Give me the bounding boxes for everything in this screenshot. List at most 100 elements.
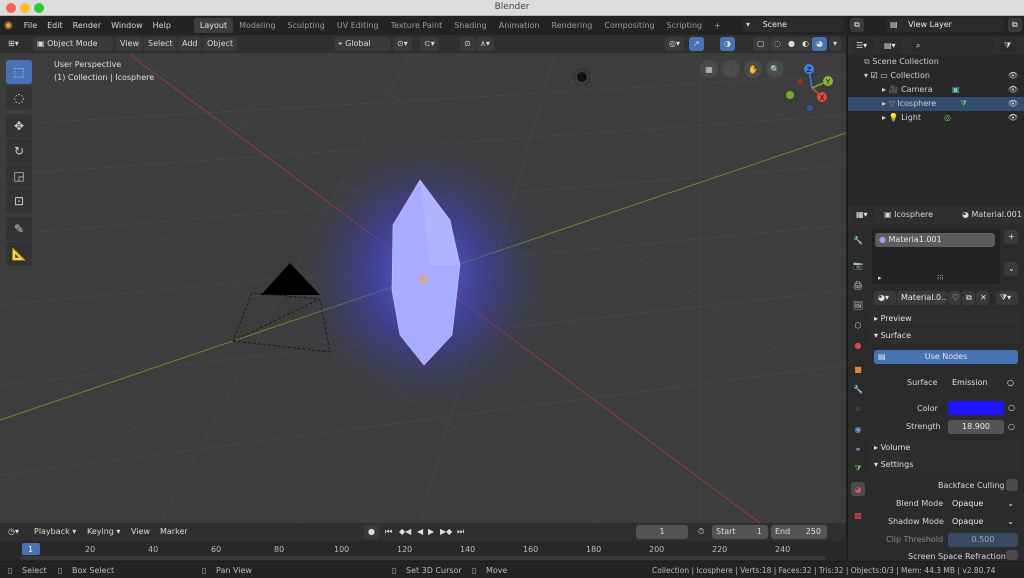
overlay-toggle-icon[interactable]: ◑ — [720, 37, 735, 51]
strength-field[interactable]: 18.900 — [948, 420, 1004, 434]
slot-list-resize-icon[interactable]: ⁝⁝⁝ — [937, 274, 944, 282]
cursor-tool[interactable]: ◌ — [6, 86, 32, 110]
gizmo-neg-z-icon[interactable] — [807, 105, 813, 111]
orientation-selector[interactable]: ⌖ Global — [334, 37, 390, 51]
material-slot-item[interactable]: ● Materia1.001 — [875, 233, 995, 247]
outliner-row-collection[interactable]: ▾ ☑ ▭ Collection 👁 — [848, 69, 1024, 83]
tab-shading[interactable]: Shading — [448, 18, 493, 33]
shading-solid-icon[interactable]: ● — [784, 37, 799, 51]
shadow-mode-select[interactable]: Opaque ⌄ — [948, 515, 1018, 529]
stopwatch-icon[interactable]: ⏱ — [694, 525, 709, 539]
toggle-camera-view-icon[interactable]: ▦ — [700, 60, 718, 78]
view-layer-selector[interactable]: ▤ View Layer — [886, 18, 1004, 32]
unlink-material-icon[interactable]: ✕ — [976, 291, 989, 305]
menu-help[interactable]: Help — [148, 21, 176, 30]
timeline-menu-view[interactable]: View — [127, 525, 154, 539]
xray-icon[interactable]: ▢ — [753, 37, 769, 51]
slot-list-expand-icon[interactable]: ▸ — [878, 274, 882, 282]
visibility-eye-icon[interactable]: 👁 — [1008, 97, 1018, 111]
shading-rendered-icon[interactable]: ◕ — [812, 37, 827, 51]
add-workspace-button[interactable]: + — [708, 18, 727, 33]
tab-rendering[interactable]: Rendering — [546, 18, 599, 33]
preview-section-header[interactable]: ▸ Preview — [870, 311, 1020, 326]
camera-view-icon[interactable]: 🎥 — [722, 60, 740, 78]
settings-section-header[interactable]: ▾ Settings — [870, 457, 1020, 472]
gizmo-neg-x-icon[interactable] — [797, 79, 803, 85]
visibility-eye-icon[interactable]: 👁 — [1008, 111, 1018, 125]
menu-window[interactable]: Window — [106, 21, 148, 30]
data-properties-tab[interactable]: ⧩ — [851, 462, 865, 476]
current-frame-field[interactable]: 1 — [636, 525, 688, 539]
scene-selector[interactable]: ▾ Scene — [742, 18, 844, 32]
display-mode-icon[interactable]: ▤▾ — [880, 39, 902, 53]
shading-wireframe-icon[interactable]: ◌ — [770, 37, 785, 51]
render-properties-tab[interactable]: 📷 — [851, 258, 865, 272]
menu-edit[interactable]: Edit — [42, 21, 68, 30]
menu-render[interactable]: Render — [68, 21, 106, 30]
select-box-tool[interactable]: ⬚ — [6, 60, 32, 84]
constraints-properties-tab[interactable]: ⚭ — [851, 442, 865, 456]
tool-properties-tab[interactable]: 🔧 — [851, 233, 865, 247]
outliner-row-icosphere[interactable]: ▸ ▽ Icosphere ⧩ 👁 — [848, 97, 1024, 111]
tab-texture-paint[interactable]: Texture Paint — [385, 18, 449, 33]
visibility-eye-icon[interactable]: 👁 — [1008, 69, 1018, 83]
ssr-checkbox[interactable] — [1006, 550, 1018, 560]
texture-properties-tab[interactable]: ▩ — [851, 508, 865, 522]
new-scene-icon[interactable]: ⧉ — [850, 18, 864, 32]
color-socket-icon[interactable]: ○ — [1008, 403, 1015, 412]
transform-tool[interactable]: ⊡ — [6, 189, 32, 213]
scale-tool[interactable]: ◲ — [6, 164, 32, 188]
outliner-row-scene-collection[interactable]: ⧉ Scene Collection — [848, 55, 1024, 69]
timeline-scrollbar[interactable] — [20, 556, 826, 560]
start-frame-field[interactable]: Start 1 — [712, 525, 768, 539]
clip-threshold-field[interactable]: 0.500 — [948, 533, 1018, 547]
tab-animation[interactable]: Animation — [493, 18, 546, 33]
end-frame-field[interactable]: End 250 — [771, 525, 827, 539]
outliner-search-input[interactable]: ⌕ — [912, 39, 994, 53]
visibility-eye-icon[interactable]: 👁 — [1008, 83, 1018, 97]
tab-compositing[interactable]: Compositing — [598, 18, 660, 33]
add-slot-button[interactable]: + — [1004, 230, 1018, 244]
outliner-row-camera[interactable]: ▸ 🎥 Camera ▣ 👁 — [848, 83, 1024, 97]
gizmo-toggle-icon[interactable]: ↗ — [689, 37, 704, 51]
editor-type-icon[interactable]: ⊞▾ — [4, 37, 23, 51]
falloff-icon[interactable]: ∧▾ — [476, 37, 494, 51]
3d-viewport[interactable] — [0, 35, 846, 523]
output-properties-tab[interactable]: 🖨 — [851, 278, 865, 292]
rotate-tool[interactable]: ↻ — [6, 139, 32, 163]
annotate-tool[interactable]: ✎ — [6, 217, 32, 241]
tab-modeling[interactable]: Modeling — [233, 18, 281, 33]
surface-section-header[interactable]: ▾ Surface — [870, 328, 1020, 343]
browse-material-icon[interactable]: ◕▾ — [874, 291, 896, 305]
shading-material-icon[interactable]: ◐ — [798, 37, 813, 51]
material-properties-tab[interactable]: ◕ — [851, 482, 865, 496]
snap-icon[interactable]: ⊂▾ — [420, 37, 439, 51]
blender-logo-icon[interactable]: ◉ — [4, 20, 19, 31]
world-properties-tab[interactable]: ● — [851, 338, 865, 352]
tab-scripting[interactable]: Scripting — [661, 18, 709, 33]
backface-culling-checkbox[interactable] — [1006, 479, 1018, 491]
use-nodes-button[interactable]: ▤ Use Nodes — [874, 350, 1018, 364]
modifier-properties-tab[interactable]: 🔧 — [851, 382, 865, 396]
view-layer-properties-tab[interactable]: 🖼 — [851, 298, 865, 312]
viewport-menu-add[interactable]: Add — [178, 37, 202, 51]
emission-color-swatch[interactable] — [948, 401, 1004, 415]
navigation-gizmo[interactable]: Z Y X — [782, 58, 842, 118]
volume-section-header[interactable]: ▸ Volume — [870, 440, 1020, 455]
material-link-icon[interactable]: ⧩▾ — [996, 291, 1018, 305]
tab-sculpting[interactable]: Sculpting — [282, 18, 331, 33]
duplicate-material-icon[interactable]: ⧉ — [962, 291, 975, 305]
jump-start-button[interactable]: ⏮ — [381, 525, 397, 539]
outliner-row-light[interactable]: ▸ 💡 Light ◎ 👁 — [848, 111, 1024, 125]
new-view-layer-icon[interactable]: ⧉ — [1008, 18, 1022, 32]
viewport-menu-select[interactable]: Select — [144, 37, 177, 51]
surface-shader-selector[interactable]: Emission ○ — [948, 376, 1018, 390]
strength-socket-icon[interactable]: ○ — [1008, 422, 1015, 431]
pan-hand-icon[interactable]: ✋ — [744, 60, 762, 78]
shading-options-icon[interactable]: ▾ — [829, 37, 842, 51]
filter-icon[interactable]: ⧩ — [1000, 39, 1016, 53]
pivot-icon[interactable]: ⊙▾ — [393, 37, 412, 51]
checkbox-icon[interactable]: ☑ — [871, 71, 881, 80]
viewport-menu-view[interactable]: View — [116, 37, 143, 51]
physics-properties-tab[interactable]: ◉ — [851, 422, 865, 436]
